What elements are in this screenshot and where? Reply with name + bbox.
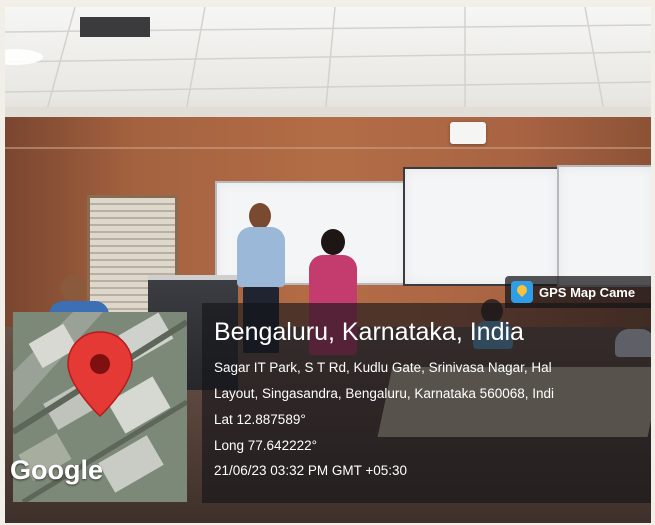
whiteboard-center xyxy=(403,167,559,286)
longitude: Long 77.642222° xyxy=(214,438,317,453)
latitude: Lat 12.887589° xyxy=(214,412,306,427)
gps-map-camera-icon xyxy=(511,281,533,303)
whiteboard-right xyxy=(557,165,651,287)
wall-trim xyxy=(5,147,651,149)
address-line-2: Layout, Singasandra, Bengaluru, Karnatak… xyxy=(214,386,554,401)
gps-app-name: GPS Map Came xyxy=(539,284,636,300)
projector xyxy=(450,122,486,144)
timestamp: 21/06/23 03:32 PM GMT +05:30 xyxy=(214,463,408,478)
ceiling-vent xyxy=(80,17,150,37)
google-watermark: Google xyxy=(10,455,103,485)
gps-app-tag: GPS Map Came xyxy=(505,276,651,308)
location-place: Bengaluru, Karnataka, India xyxy=(214,318,524,346)
ceiling-light xyxy=(5,49,43,65)
address-line-1: Sagar IT Park, S T Rd, Kudlu Gate, Srini… xyxy=(214,360,552,375)
